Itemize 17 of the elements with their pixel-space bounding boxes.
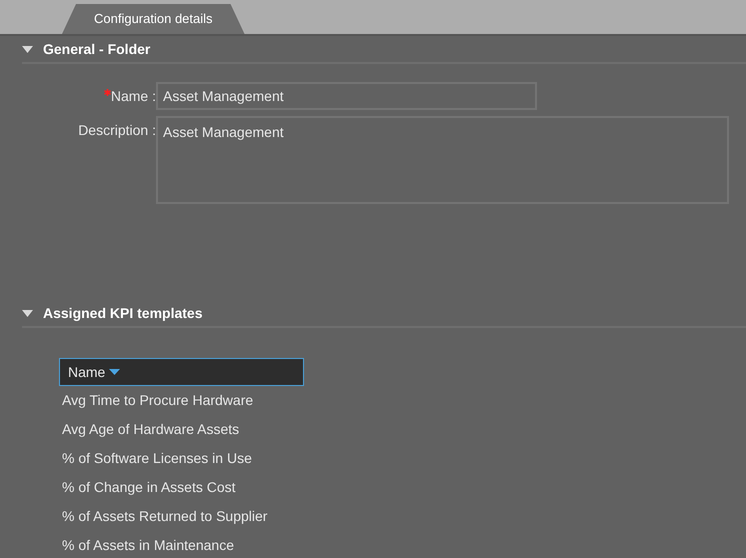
tab[interactable]: Configuration details [62, 4, 245, 34]
sort-icon[interactable] [109, 369, 120, 375]
table-row[interactable]: Avg Time to Procure Hardware [59, 386, 319, 415]
section-title: General - Folder [43, 41, 150, 57]
table-row[interactable]: % of Software Licenses in Use [59, 444, 319, 473]
table-row[interactable]: % of Assets in Maintenance [59, 531, 319, 558]
collapse-icon[interactable] [22, 46, 33, 52]
field-label: Name : [110, 88, 156, 104]
description-field[interactable]: Asset Management [156, 116, 729, 204]
table-row[interactable]: Avg Age of Hardware Assets [59, 415, 319, 444]
column-header[interactable]: Name [59, 358, 304, 386]
name-field[interactable]: Asset Management [156, 82, 537, 110]
field-label: Description : [78, 122, 156, 138]
collapse-icon[interactable] [22, 310, 33, 316]
section-title: Assigned KPI templates [43, 305, 202, 321]
table-row[interactable]: % of Assets Returned to Supplier [59, 502, 319, 531]
table-row[interactable]: % of Change in Assets Cost [59, 473, 319, 502]
